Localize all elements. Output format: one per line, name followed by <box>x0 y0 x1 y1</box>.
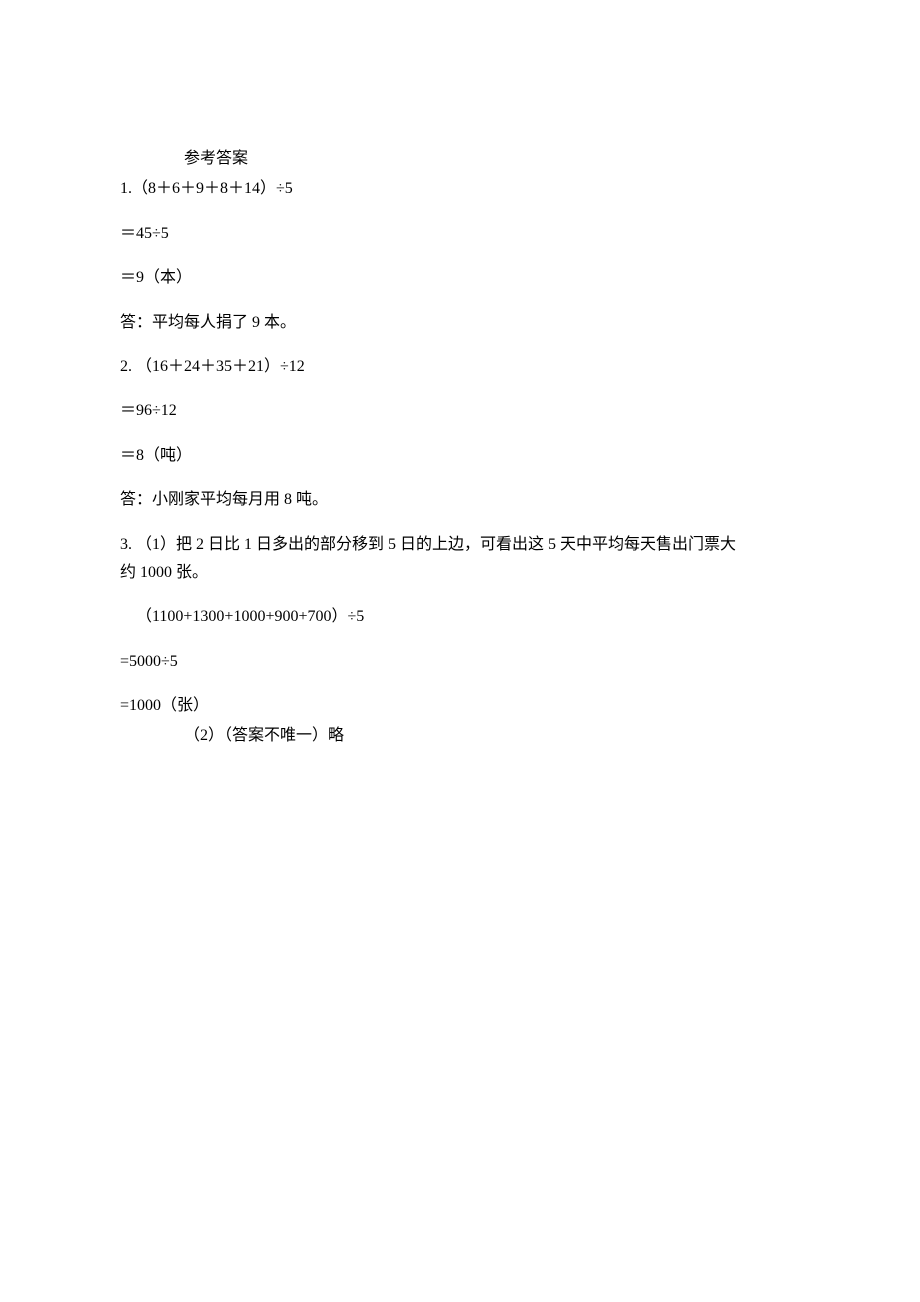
document-page: 参考答案 1.（8＋6＋9＋8＋14）÷5 ＝45÷5 ＝9（本） 答：平均每人… <box>0 0 920 748</box>
q3-part1-line1: 3. （1）把 2 日比 1 日多出的部分移到 5 日的上边，可看出这 5 天中… <box>120 534 800 556</box>
q2-step1: ＝96÷12 <box>120 400 800 422</box>
q3-part1-line2: 约 1000 张。 <box>120 562 800 584</box>
answer-key-title: 参考答案 <box>120 148 800 170</box>
q1-step2: ＝9（本） <box>120 267 800 289</box>
q3-part2: （2）（答案不唯一）略 <box>120 725 800 747</box>
q1-expression: 1.（8＋6＋9＋8＋14）÷5 <box>120 178 800 200</box>
q2-answer: 答：小刚家平均每月用 8 吨。 <box>120 489 800 511</box>
q3-step1: =5000÷5 <box>120 651 800 673</box>
q1-answer: 答：平均每人捐了 9 本。 <box>120 312 800 334</box>
q2-expression: 2. （16＋24＋35＋21）÷12 <box>120 356 800 378</box>
q2-step2: ＝8（吨） <box>120 445 800 467</box>
q3-expression: （1100+1300+1000+900+700）÷5 <box>120 606 800 628</box>
q1-step1: ＝45÷5 <box>120 223 800 245</box>
q3-step2: =1000（张） <box>120 695 800 717</box>
